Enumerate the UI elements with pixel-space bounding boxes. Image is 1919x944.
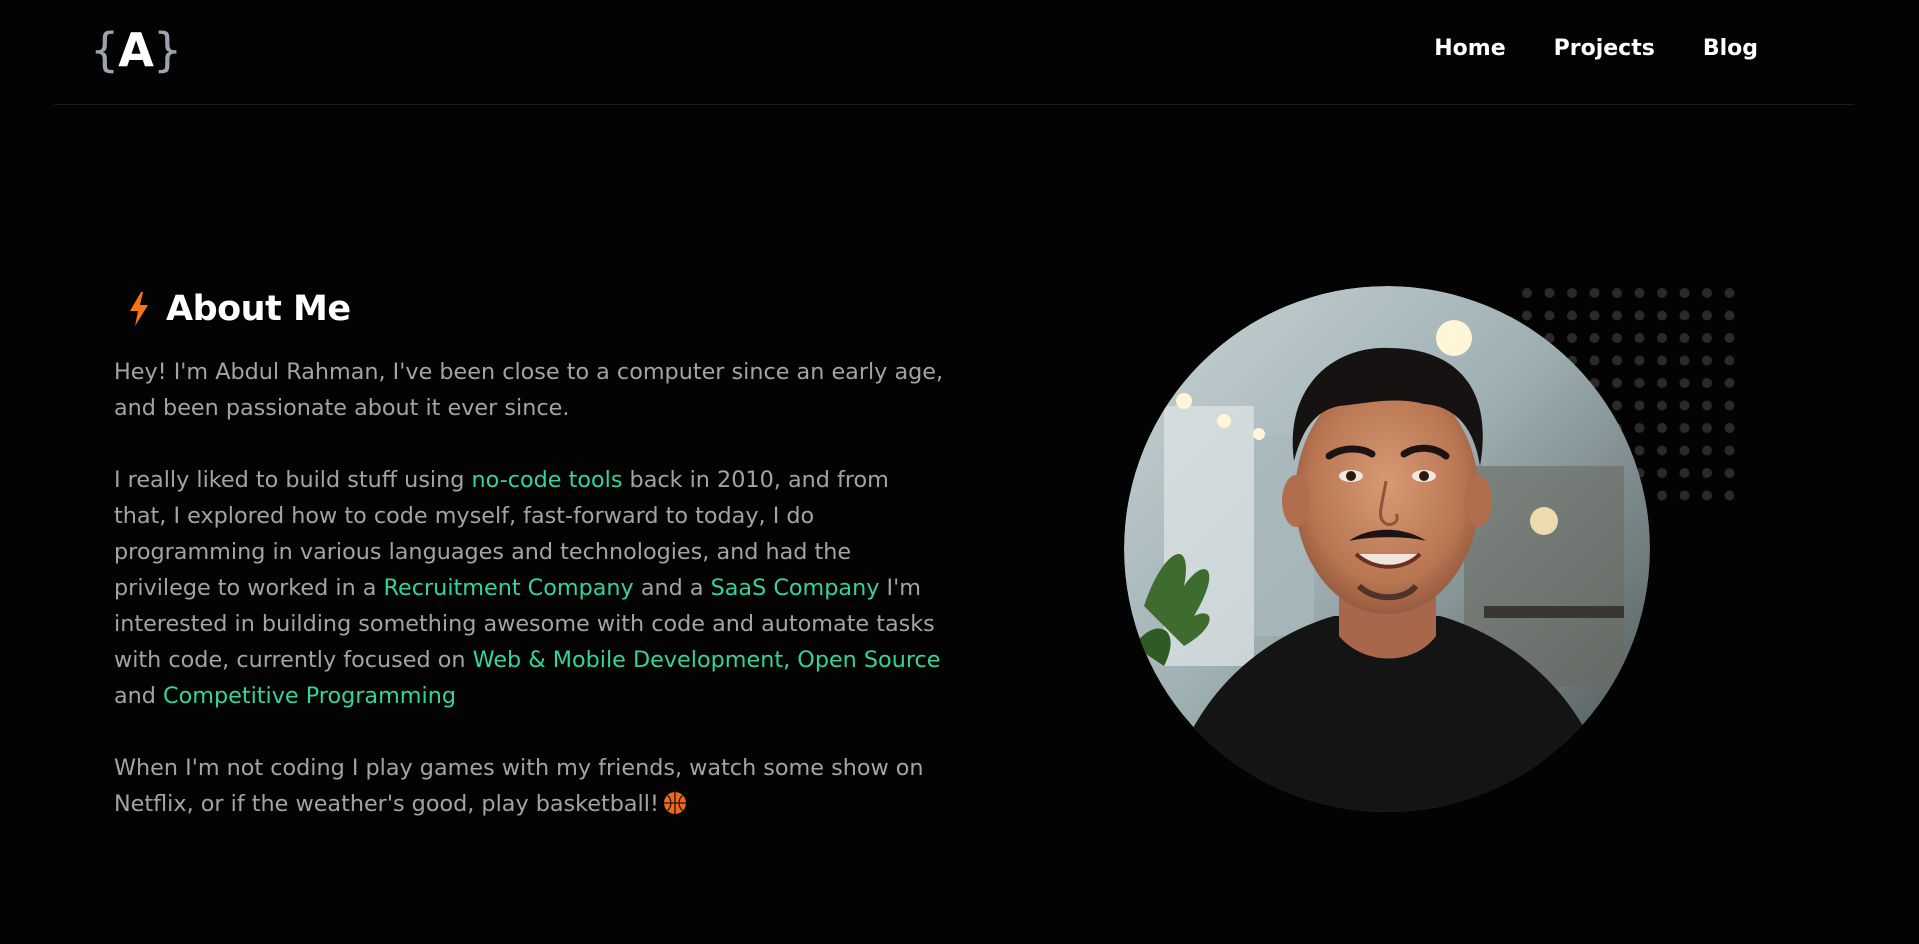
about-paragraph-3: When I'm not coding I play games with my…: [114, 750, 944, 822]
about-section: About Me Hey! I'm Abdul Rahman, I've bee…: [114, 284, 944, 822]
paragraph-text: When I'm not coding I play games with my…: [114, 755, 924, 817]
highlight-competitive-programming: Competitive Programming: [163, 683, 456, 709]
nav-blog-link[interactable]: Blog: [1703, 34, 1758, 64]
highlight-open-source: Open Source: [797, 647, 941, 673]
about-title-row: About Me: [126, 284, 944, 334]
paragraph-text: I really liked to build stuff using: [114, 467, 472, 493]
logo-brace-close: }: [152, 23, 182, 77]
lightning-bolt-icon: [130, 292, 148, 326]
site-header: {A} Home Projects Blog: [54, 0, 1854, 105]
highlight-saas-company: SaaS Company: [710, 575, 880, 601]
highlight-recruitment-company: Recruitment Company: [383, 575, 634, 601]
site-logo[interactable]: {A}: [90, 22, 182, 78]
basketball-icon: [663, 792, 686, 814]
profile-photo-container: [1124, 286, 1650, 812]
page: {A} Home Projects Blog About Me Hey! I'm…: [0, 0, 1919, 944]
logo-letter: A: [118, 23, 154, 77]
paragraph-text: and a: [633, 575, 711, 601]
about-title: About Me: [166, 289, 351, 329]
logo-brace-open: {: [90, 23, 119, 77]
profile-photo: [1124, 286, 1650, 812]
paragraph-text: and: [114, 683, 164, 709]
about-paragraph-1: Hey! I'm Abdul Rahman, I've been close t…: [114, 359, 944, 421]
nav-projects-link[interactable]: Projects: [1554, 34, 1655, 64]
about-paragraph-2: I really liked to build stuff using no-c…: [114, 462, 944, 714]
nav-home-link[interactable]: Home: [1434, 34, 1505, 64]
main-nav: Home Projects Blog: [1434, 34, 1758, 64]
highlight-web-mobile-development: Web & Mobile Development,: [472, 647, 791, 673]
highlight-no-code-tools: no-code tools: [471, 467, 623, 493]
